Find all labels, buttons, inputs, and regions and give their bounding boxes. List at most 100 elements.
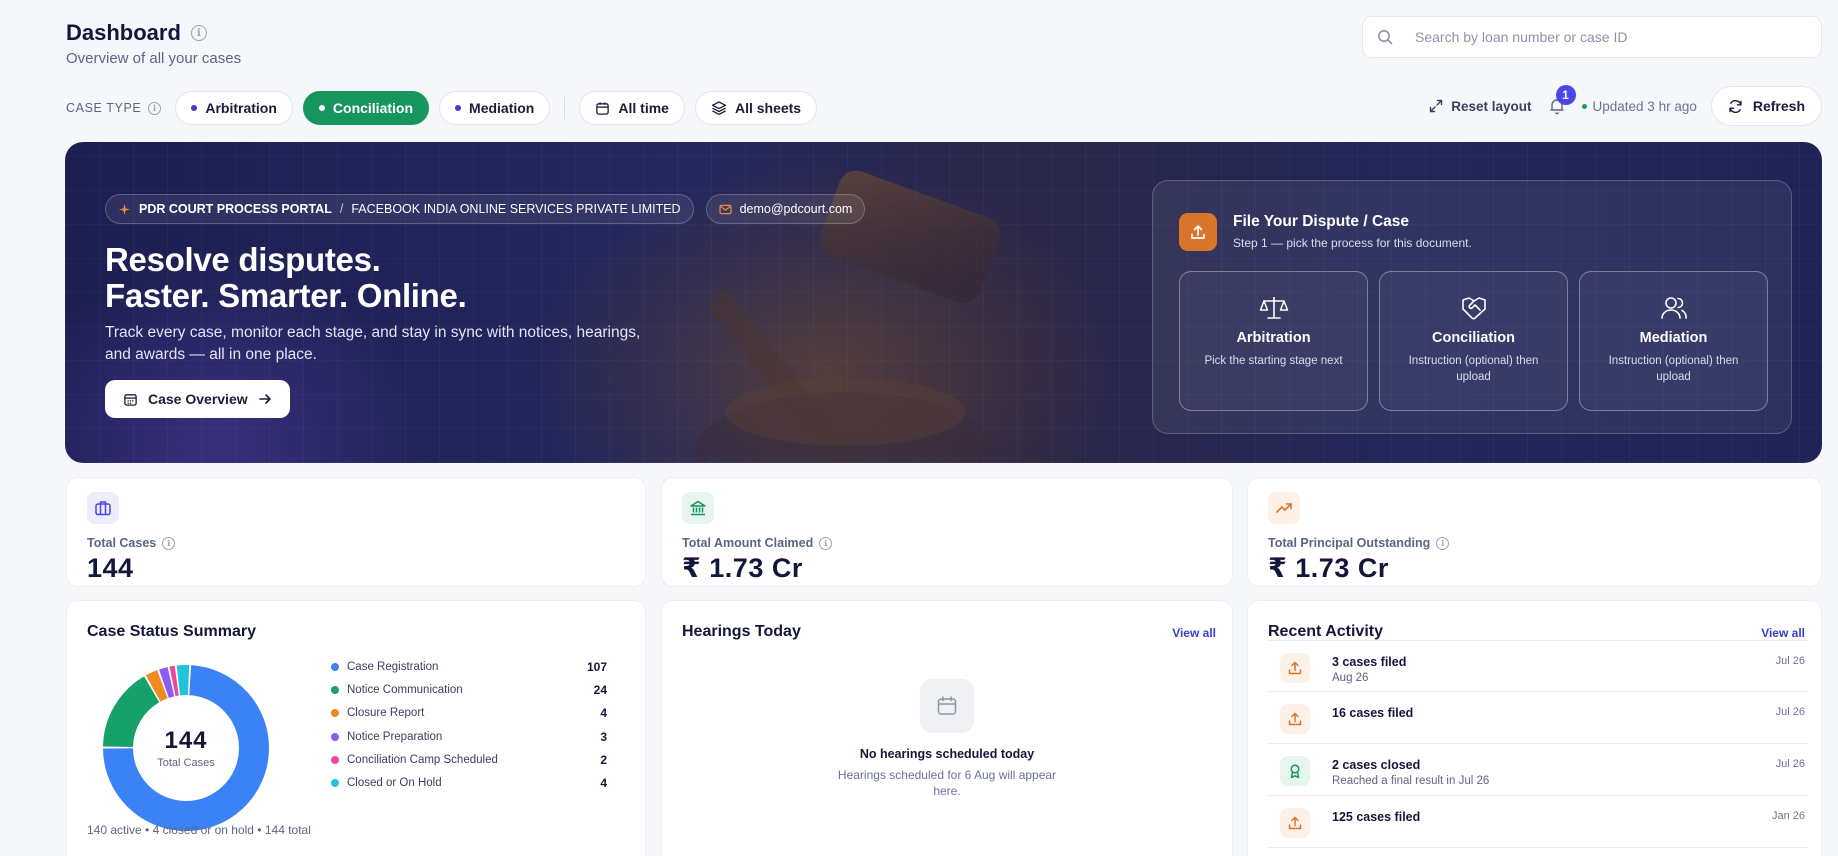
- bank-icon: [682, 492, 714, 524]
- layers-icon: [711, 101, 727, 115]
- sheets-filter-label: All sheets: [734, 100, 802, 116]
- arrow-right-icon: [258, 394, 271, 404]
- stat-label: Total Principal Outstanding i: [1268, 536, 1450, 550]
- stat-label-text: Total Cases: [87, 536, 157, 550]
- search-box[interactable]: [1362, 16, 1822, 58]
- activity-item[interactable]: 16 cases filed Jul 26: [1268, 692, 1809, 744]
- breadcrumb-separator: /: [339, 202, 344, 216]
- organization-name: FACEBOOK INDIA ONLINE SERVICES PRIVATE L…: [351, 202, 681, 216]
- updated-status: Updated 3 hr ago: [1581, 98, 1697, 114]
- legend-item[interactable]: Closed or On Hold 4: [331, 771, 607, 794]
- activity-view-all-link[interactable]: View all: [1761, 626, 1805, 640]
- info-icon[interactable]: i: [1436, 536, 1450, 550]
- portal-chip: PDR COURT PROCESS PORTAL / FACEBOOK INDI…: [105, 194, 694, 224]
- legend-label: Closure Report: [347, 707, 425, 720]
- activity-title: 125 cases filed: [1332, 810, 1421, 824]
- legend-value: 4: [600, 776, 607, 791]
- notification-badge: 1: [1555, 85, 1576, 105]
- case-type-label-text: CASE TYPE: [66, 101, 142, 115]
- notifications-button[interactable]: 1: [1546, 85, 1576, 117]
- activity-item[interactable]: 3 cases filed Aug 26 Jul 26: [1268, 640, 1809, 692]
- filter-mediation[interactable]: Mediation: [439, 91, 551, 125]
- activity-list: 3 cases filed Aug 26 Jul 26 16 cases fil…: [1268, 640, 1809, 848]
- process-title: Arbitration: [1236, 330, 1311, 346]
- sheets-filter-button[interactable]: All sheets: [694, 91, 818, 125]
- refresh-button[interactable]: Refresh: [1710, 86, 1822, 126]
- updated-label: Updated 3 hr ago: [1592, 98, 1697, 114]
- legend-dot-icon: [331, 779, 339, 788]
- process-title: Mediation: [1639, 330, 1708, 346]
- time-filter-label: All time: [618, 100, 669, 116]
- reset-layout-label: Reset layout: [1451, 98, 1532, 114]
- activity-date: Jul 26: [1775, 655, 1805, 667]
- calendar-icon: [920, 679, 974, 733]
- page-title-text: Dashboard: [66, 20, 181, 45]
- info-icon[interactable]: i: [190, 25, 207, 41]
- activity-item[interactable]: 125 cases filed Jan 26: [1268, 796, 1809, 848]
- info-icon[interactable]: i: [819, 536, 833, 550]
- legend-value: 2: [600, 752, 607, 767]
- card-title: Hearings Today: [682, 623, 801, 640]
- hearings-empty-state: No hearings scheduled today Hearings sch…: [662, 679, 1232, 799]
- search-input[interactable]: [1415, 29, 1795, 45]
- donut-total-value: 144: [164, 727, 208, 754]
- legend-label: Notice Preparation: [347, 730, 443, 743]
- dot-icon: [455, 105, 462, 111]
- case-filter-row: CASE TYPE i Arbitration Conciliation Med…: [66, 91, 818, 125]
- info-icon[interactable]: i: [162, 536, 176, 550]
- time-filter-button[interactable]: All time: [579, 91, 685, 125]
- legend-label: Closed or On Hold: [347, 777, 442, 790]
- legend-item[interactable]: Notice Communication 24: [331, 678, 607, 701]
- stat-label: Total Amount Claimed i: [682, 536, 833, 550]
- sparkle-icon: [118, 203, 131, 215]
- activity-item[interactable]: 2 cases closed Reached a final result in…: [1268, 744, 1809, 796]
- legend-label: Notice Communication: [347, 683, 463, 696]
- search-icon: [1378, 30, 1393, 45]
- email-chip[interactable]: demo@pdcourt.com: [705, 194, 866, 224]
- process-description: Instruction (optional) then upload: [1608, 355, 1739, 383]
- process-arbitration[interactable]: Arbitration Pick the starting stage next: [1179, 271, 1368, 411]
- hearings-view-all-link[interactable]: View all: [1172, 626, 1216, 640]
- hero-headline: Resolve disputes. Faster. Smarter. Onlin…: [105, 241, 467, 314]
- legend-value: 24: [593, 682, 607, 697]
- stat-label-text: Total Principal Outstanding: [1268, 536, 1431, 550]
- page-title: Dashboard i: [66, 20, 207, 46]
- dot-icon: [318, 105, 325, 111]
- stat-value: 144: [87, 553, 134, 583]
- stat-value: ₹ 1.73 Cr: [1268, 553, 1389, 583]
- handshake-icon: [1380, 294, 1567, 322]
- refresh-label: Refresh: [1752, 98, 1805, 114]
- legend-item[interactable]: Closure Report 4: [331, 702, 607, 725]
- process-conciliation[interactable]: Conciliation Instruction (optional) then…: [1379, 271, 1568, 411]
- legend-label: Conciliation Camp Scheduled: [347, 753, 498, 766]
- status-summary-footer: 140 active • 4 closed or on hold • 144 t…: [87, 823, 311, 837]
- stat-card-amount-claimed[interactable]: Total Amount Claimed i ₹ 1.73 Cr: [661, 477, 1233, 587]
- filter-label: Arbitration: [205, 100, 277, 116]
- upload-icon: [1280, 704, 1310, 734]
- divider: [564, 97, 566, 119]
- users-icon: [1580, 294, 1767, 322]
- legend-item[interactable]: Case Registration 107: [331, 655, 607, 678]
- upload-icon: [1179, 213, 1217, 251]
- stat-label: Total Cases i: [87, 536, 176, 550]
- stat-value: ₹ 1.73 Cr: [682, 553, 803, 583]
- legend-label: Case Registration: [347, 660, 439, 673]
- filter-conciliation[interactable]: Conciliation: [302, 91, 430, 125]
- hero-headline-line1: Resolve disputes.: [105, 241, 381, 278]
- activity-title: 2 cases closed: [1332, 758, 1421, 772]
- stat-card-total-cases[interactable]: Total Cases i 144: [66, 477, 646, 587]
- legend-item[interactable]: Notice Preparation 3: [331, 725, 607, 748]
- upload-icon: [1280, 653, 1310, 683]
- legend-item[interactable]: Conciliation Camp Scheduled 2: [331, 748, 607, 771]
- process-mediation[interactable]: Mediation Instruction (optional) then up…: [1579, 271, 1768, 411]
- info-icon[interactable]: i: [148, 101, 162, 115]
- reset-layout-button[interactable]: Reset layout: [1429, 98, 1532, 114]
- legend-value: 107: [586, 659, 607, 674]
- case-overview-button[interactable]: Case Overview: [105, 380, 290, 418]
- filter-arbitration[interactable]: Arbitration: [175, 91, 293, 125]
- trending-up-icon: [1268, 492, 1300, 524]
- stat-card-principal-outstanding[interactable]: Total Principal Outstanding i ₹ 1.73 Cr: [1247, 477, 1822, 587]
- email-text: demo@pdcourt.com: [739, 202, 853, 216]
- legend-value: 3: [600, 729, 607, 744]
- activity-title: 16 cases filed: [1332, 706, 1414, 720]
